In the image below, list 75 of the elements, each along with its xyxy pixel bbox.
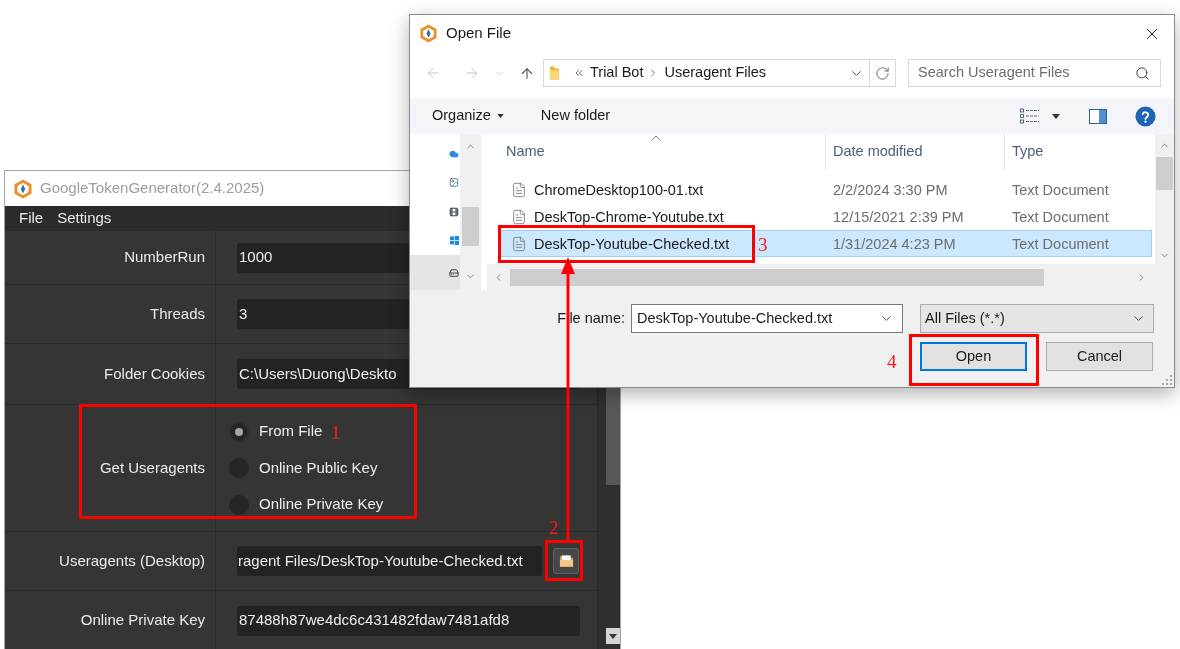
document-icon [511,234,527,253]
highlight-frame [545,540,583,581]
file-type: Text Document [1012,235,1109,252]
window-title: GoogleTokenGenerator(2.4.2025) [40,178,265,199]
caret-down-icon [609,633,617,639]
radio-option[interactable]: Online Private Key [229,486,384,523]
file-name: DeskTop-Chrome-Youtube.txt [534,208,724,225]
date-modified: 1/31/2024 4:23 PM [833,235,956,252]
back-arrow-icon[interactable] [425,65,441,81]
column-header[interactable]: Date modified [826,134,1005,170]
step-number: 3 [758,235,768,254]
document-icon [511,207,527,226]
picture-icon [449,177,459,188]
folder-icon [549,65,560,81]
file-type: Text Document [1012,181,1109,198]
breadcrumb-item[interactable]: Trial Bot [590,62,644,84]
step-number: 1 [331,423,341,442]
file-name-combobox[interactable]: DeskTop-Youtube-Checked.txt [631,304,903,333]
hexagon-logo-icon [420,24,437,43]
caret-down-icon [496,114,504,118]
scrollbar-thumb[interactable] [1156,157,1173,190]
menu-item[interactable]: File [12,206,51,231]
four-squares-icon [450,236,459,245]
field-label: Threads [149,303,205,324]
date-modified: 12/15/2021 2:39 PM [833,208,964,225]
radio-option[interactable]: Online Public Key [229,449,378,487]
chevrons-left-icon[interactable] [573,67,585,79]
document-icon [511,180,527,199]
file-row[interactable]: ChromeDesktop100-01.txt 2/2/2024 3:30 PM Text Document [500,176,1152,203]
file-type: Text Document [1012,208,1109,225]
forward-arrow-icon[interactable] [464,65,480,81]
text-field[interactable]: 87488h87we4dc6c431482fdaw7481afd8 [237,605,580,636]
hexagon-logo-icon [14,178,32,199]
radio-option[interactable]: From File [229,413,323,450]
step-number: 4 [887,352,897,371]
refresh-icon [875,65,890,81]
field-label: Get Useragents [99,457,205,478]
file-row[interactable]: DeskTop-Chrome-Youtube.txt 12/15/2021 2:39 PM Text Document [500,203,1152,230]
radio-icon[interactable] [229,494,249,515]
sort-caret-icon [651,135,661,141]
help-icon[interactable] [1135,105,1156,127]
folder-icon [558,554,574,568]
details-view-icon[interactable] [1020,108,1039,124]
breadcrumb-item[interactable]: Useragent Files [664,62,766,84]
preview-pane-icon[interactable] [1089,108,1107,124]
menu-item[interactable]: Settings [50,206,119,231]
field-label: Useragents (Desktop) [59,550,205,571]
toolbar-button[interactable]: New folder [530,98,621,134]
toolbar-menu-button[interactable]: Organize [422,98,514,134]
dialog-button[interactable]: Cancel [1046,342,1153,371]
field-label: NumberRun [124,247,205,268]
scroll-down-button[interactable] [606,628,620,644]
dialog-title: Open File [446,23,512,44]
file-type-select[interactable]: All Files (*.*) [920,304,1154,333]
radio-icon[interactable] [229,421,249,442]
default-button[interactable]: Open [920,342,1027,371]
date-modified: 2/2/2024 3:30 PM [833,181,948,198]
scrollbar-thumb[interactable] [462,207,479,246]
column-header[interactable]: Name [487,134,826,170]
drive-icon [449,267,459,278]
address-bar[interactable]: Trial Bot Useragent Files [543,59,896,87]
step-number: 2 [549,518,559,537]
text-field[interactable]: ragent Files/DeskTop-Youtube-Checked.txt [237,546,542,576]
search-icon [1135,65,1150,81]
resize-grip-icon[interactable] [1162,375,1172,385]
cloud-icon [449,148,459,159]
browse-button[interactable] [553,548,579,574]
search-field[interactable]: Search Useragent Files [908,59,1161,87]
file-name: ChromeDesktop100-01.txt [534,181,704,198]
scrollbar-thumb[interactable] [510,268,1044,286]
field-label: Online Private Key [80,610,205,631]
caret-down-icon[interactable] [1052,113,1060,119]
field-label: Folder Cookies [104,363,205,384]
column-header[interactable]: Type [1005,134,1155,170]
nav-item[interactable] [410,255,460,290]
